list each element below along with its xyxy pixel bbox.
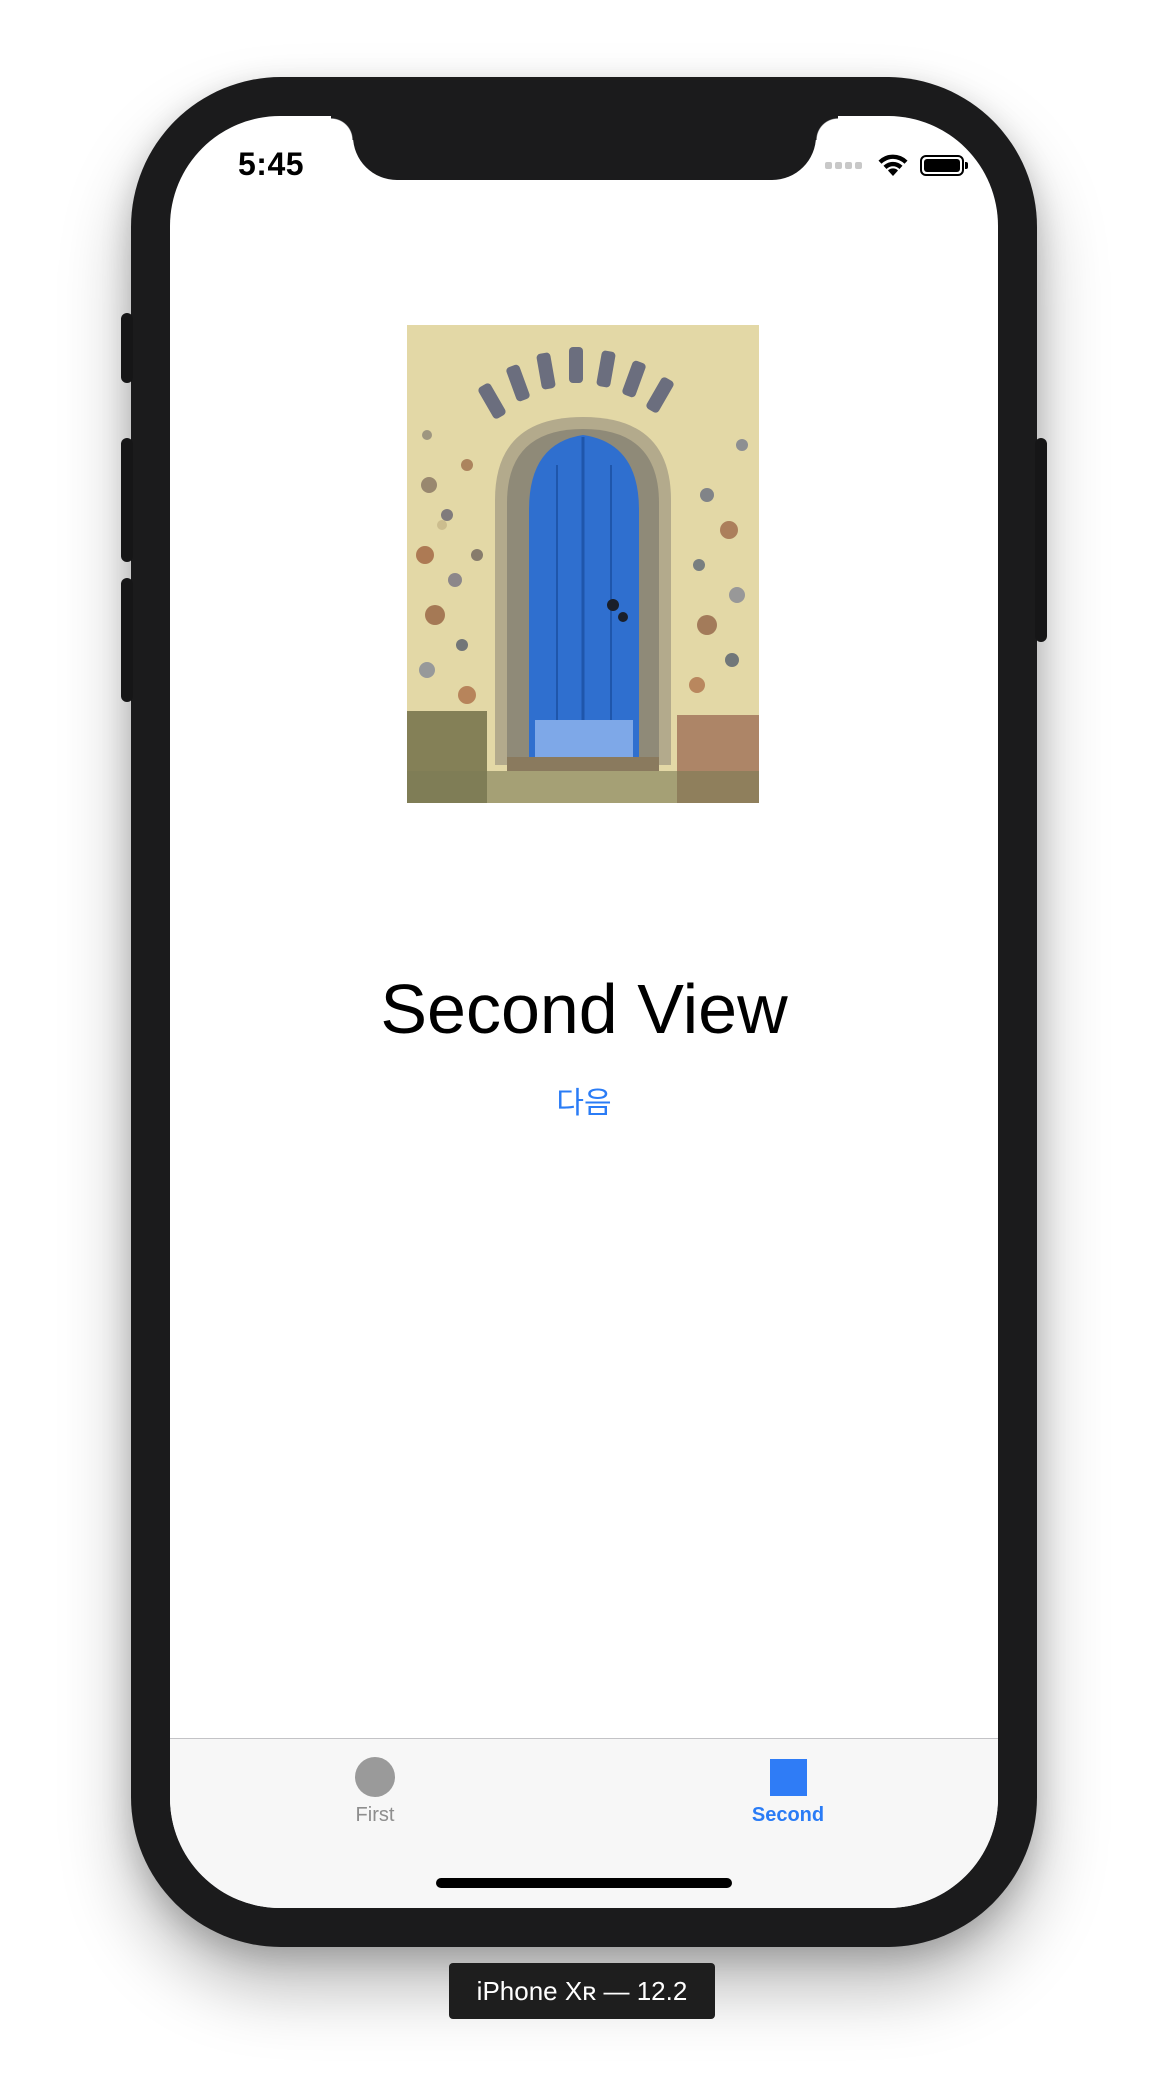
device-label: iPhone Xʀ — 12.2 xyxy=(449,1963,715,2019)
wifi-icon xyxy=(878,154,908,176)
door-illustration xyxy=(407,325,759,803)
tab-second-label: Second xyxy=(751,1804,825,1826)
status-icons xyxy=(825,152,968,178)
home-indicator[interactable] xyxy=(436,1878,732,1888)
next-button[interactable]: 다음 xyxy=(534,1078,634,1122)
notch xyxy=(331,116,838,180)
tab-second[interactable]: Second xyxy=(688,1757,888,1827)
cellular-signal-icon xyxy=(825,161,862,169)
power-button xyxy=(1035,438,1047,642)
status-time: 5:45 xyxy=(238,146,305,182)
volume-up-button xyxy=(121,438,133,562)
device-screen: 5:45 Second View 다음 First Second xyxy=(170,116,998,1908)
tab-first-label: First xyxy=(355,1804,395,1826)
page-title: Second View xyxy=(380,970,788,1048)
door-photo xyxy=(407,325,759,803)
square-icon xyxy=(769,1759,807,1796)
tab-first[interactable]: First xyxy=(275,1757,475,1827)
mute-switch xyxy=(121,313,133,383)
battery-icon xyxy=(920,154,968,176)
volume-down-button xyxy=(121,578,133,702)
circle-icon xyxy=(355,1757,395,1797)
